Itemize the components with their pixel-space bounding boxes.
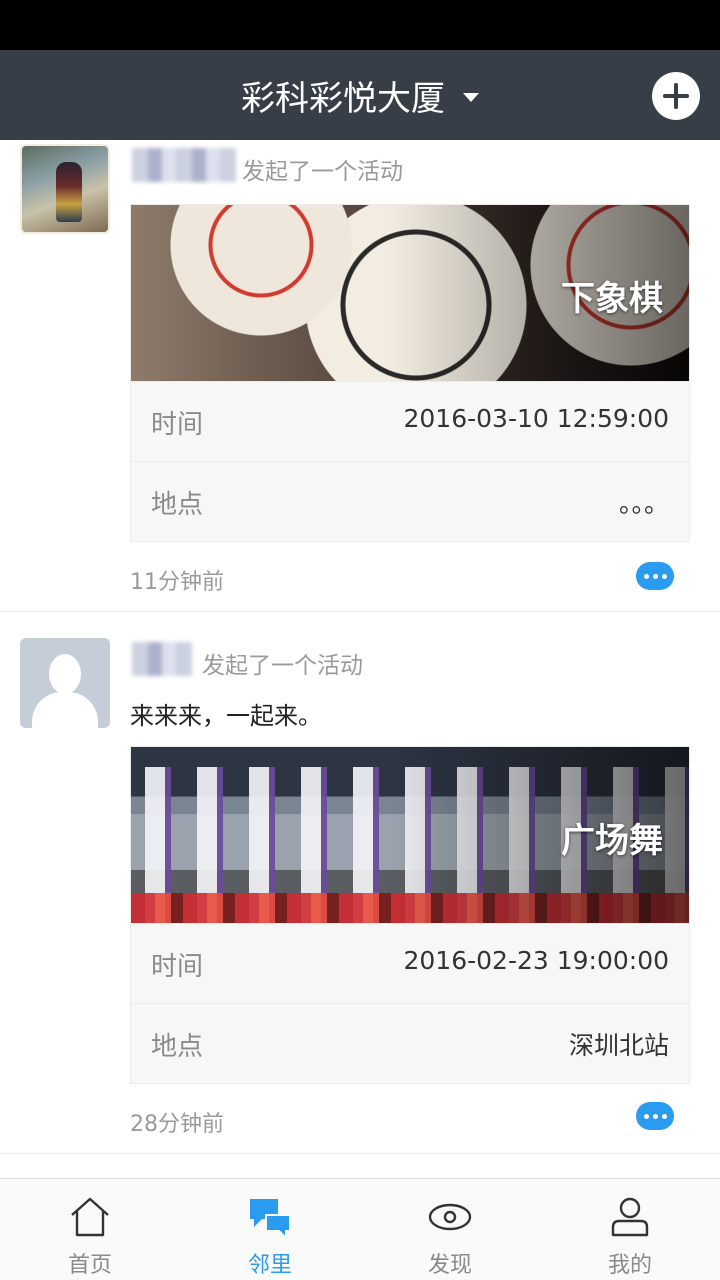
feed-post: 发起了一个活动 来来来，一起来。 广场舞 时间 2016-02-23 19:00… <box>0 612 720 1154</box>
activity-card[interactable]: 广场舞 时间 2016-02-23 19:00:00 地点 深圳北站 <box>130 746 690 1084</box>
user-icon <box>611 1197 649 1237</box>
tab-discover[interactable]: 发现 <box>360 1179 540 1280</box>
time-value: 2016-02-23 19:00:00 <box>403 946 669 975</box>
tab-label: 邻里 <box>247 1253 292 1278</box>
community-name: 彩科彩悦大厦 <box>241 78 445 119</box>
post-time-ago: 11分钟前 <box>130 570 224 595</box>
time-value: 2016-03-10 12:59:00 <box>403 404 669 433</box>
eye-icon <box>428 1203 472 1231</box>
more-options-icon[interactable] <box>636 562 674 590</box>
username-blurred[interactable] <box>132 148 236 182</box>
caret-down-icon <box>463 92 479 102</box>
home-icon <box>71 1197 109 1237</box>
activity-title: 广场舞 <box>561 821 663 861</box>
activity-title: 下象棋 <box>561 279 663 319</box>
top-nav-bar: 彩科彩悦大厦 <box>0 50 720 140</box>
more-options-icon[interactable] <box>636 1102 674 1130</box>
tab-label: 发现 <box>427 1253 472 1278</box>
tab-label: 我的 <box>607 1253 652 1278</box>
community-selector[interactable]: 彩科彩悦大厦 <box>0 50 720 140</box>
post-text: 来来来，一起来。 <box>130 702 322 730</box>
post-time-ago: 28分钟前 <box>130 1112 224 1137</box>
status-bar <box>0 0 720 50</box>
place-value: 。。。 <box>618 489 669 518</box>
tab-mine[interactable]: 我的 <box>540 1179 720 1280</box>
activity-card[interactable]: 下象棋 时间 2016-03-10 12:59:00 地点 。。。 <box>130 204 690 542</box>
activity-time-row: 时间 2016-02-23 19:00:00 <box>131 923 689 1003</box>
place-value: 深圳北站 <box>568 1031 669 1060</box>
avatar[interactable] <box>20 638 110 728</box>
tab-home[interactable]: 首页 <box>0 1179 180 1280</box>
time-label: 时间 <box>151 952 204 982</box>
post-action: 发起了一个活动 <box>242 159 403 185</box>
activity-feed[interactable]: 发起了一个活动 下象棋 时间 2016-03-10 12:59:00 地点 。。… <box>0 140 720 1178</box>
place-label: 地点 <box>151 490 204 520</box>
bottom-tab-bar: 首页 邻里 发现 我的 <box>0 1178 720 1280</box>
activity-banner-image: 下象棋 <box>131 205 689 381</box>
chat-icon <box>250 1199 291 1239</box>
username-blurred[interactable] <box>132 642 192 676</box>
tab-neighbors[interactable]: 邻里 <box>180 1179 360 1280</box>
activity-place-row: 地点 。。。 <box>131 461 689 541</box>
post-action: 发起了一个活动 <box>202 653 363 679</box>
place-label: 地点 <box>151 1032 204 1062</box>
time-label: 时间 <box>151 410 204 440</box>
feed-post: 发起了一个活动 下象棋 时间 2016-03-10 12:59:00 地点 。。… <box>0 140 720 612</box>
activity-banner-image: 广场舞 <box>131 747 689 923</box>
activity-time-row: 时间 2016-03-10 12:59:00 <box>131 381 689 461</box>
avatar[interactable] <box>20 144 110 234</box>
tab-label: 首页 <box>67 1253 112 1278</box>
activity-place-row: 地点 深圳北站 <box>131 1003 689 1083</box>
add-icon[interactable] <box>652 72 700 120</box>
